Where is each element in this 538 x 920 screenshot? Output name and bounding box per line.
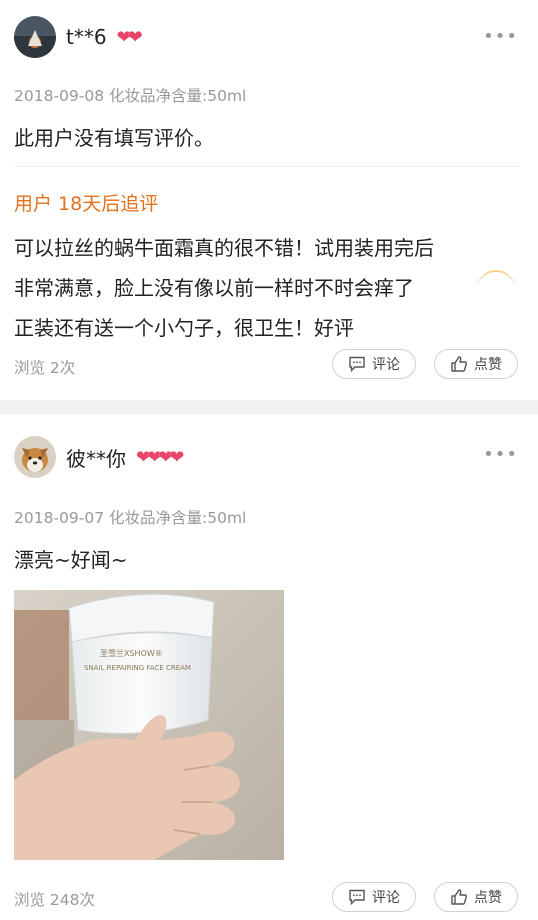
review-header: t**6 ❤ ❤ bbox=[14, 16, 143, 58]
username[interactable]: t**6 bbox=[66, 25, 107, 49]
loading-arc-icon bbox=[476, 270, 516, 312]
followup-text: 可以拉丝的蜗牛面霜真的很不错！试用装用完后 非常满意，脸上没有像以前一样时不时会… bbox=[14, 228, 520, 348]
comment-button-label: 评论 bbox=[372, 890, 400, 906]
heart-badge-icon: ❤ bbox=[127, 26, 143, 48]
thumbs-up-icon bbox=[451, 889, 467, 905]
review-meta: 2018-09-07 化妆品净含量:50ml bbox=[14, 509, 247, 527]
view-count: 浏览 248次 bbox=[14, 891, 96, 909]
comment-bubble-icon bbox=[349, 356, 365, 372]
user-avatar[interactable] bbox=[14, 436, 56, 478]
review-header: 彼**你 ❤ ❤ ❤ ❤ bbox=[14, 436, 184, 478]
review-text: 此用户没有填写评价。 bbox=[14, 126, 214, 150]
followup-line: 可以拉丝的蜗牛面霜真的很不错！试用装用完后 bbox=[14, 236, 434, 260]
followup-label: 用户 18天后追评 bbox=[14, 193, 159, 215]
like-button[interactable]: 点赞 bbox=[434, 882, 518, 912]
user-avatar[interactable] bbox=[14, 16, 56, 58]
like-button-label: 点赞 bbox=[474, 357, 502, 373]
review-meta: 2018-09-08 化妆品净含量:50ml bbox=[14, 87, 247, 105]
like-button-label: 点赞 bbox=[474, 890, 502, 906]
heart-badge-icon: ❤ bbox=[169, 446, 185, 468]
comment-button-label: 评论 bbox=[372, 357, 400, 373]
like-button[interactable]: 点赞 bbox=[434, 349, 518, 379]
comment-button[interactable]: 评论 bbox=[332, 882, 416, 912]
jar-product-text: SNAIL REPAIRING FACE CREAM bbox=[84, 664, 191, 672]
review-separator bbox=[0, 400, 538, 414]
followup-divider bbox=[14, 166, 520, 167]
more-dots-icon[interactable]: ••• bbox=[483, 444, 518, 465]
thumbs-up-icon bbox=[451, 356, 467, 372]
followup-line: 正装还有送一个小勺子，很卫生！好评 bbox=[14, 316, 354, 340]
user-level-badges: ❤ ❤ bbox=[117, 27, 143, 48]
view-count: 浏览 2次 bbox=[14, 359, 76, 377]
jar-brand-text: 圣雪兰XSHOW® bbox=[100, 648, 163, 658]
review-card: 彼**你 ❤ ❤ ❤ ❤ ••• 2018-09-07 化妆品净含量:50ml … bbox=[0, 414, 538, 920]
comment-bubble-icon bbox=[349, 889, 365, 905]
review-photo[interactable]: 圣雪兰XSHOW® SNAIL REPAIRING FACE CREAM bbox=[14, 590, 284, 860]
comment-button[interactable]: 评论 bbox=[332, 349, 416, 379]
followup-line: 非常满意，脸上没有像以前一样时不时会痒了 bbox=[14, 276, 414, 300]
review-card: t**6 ❤ ❤ ••• 2018-09-08 化妆品净含量:50ml 此用户没… bbox=[0, 0, 538, 400]
username[interactable]: 彼**你 bbox=[66, 443, 126, 472]
user-level-badges: ❤ ❤ ❤ ❤ bbox=[136, 447, 184, 468]
more-dots-icon[interactable]: ••• bbox=[483, 26, 518, 47]
review-text: 漂亮~好闻~ bbox=[14, 548, 128, 572]
